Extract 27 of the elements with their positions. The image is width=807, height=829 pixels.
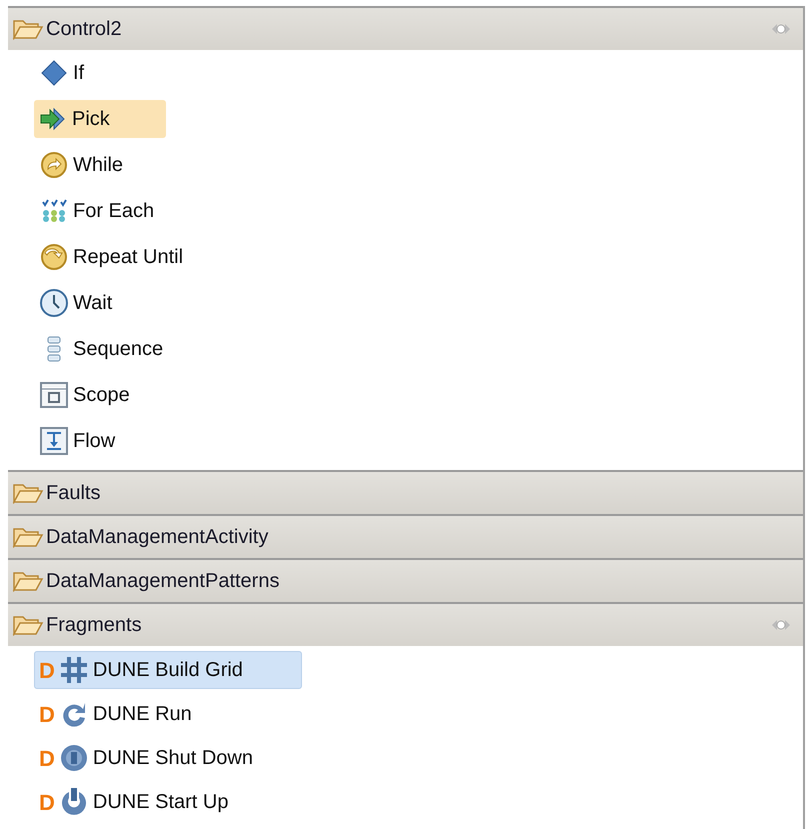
prefix-letter: D: [39, 788, 55, 816]
palette-item[interactable]: Wait: [34, 284, 118, 322]
palette-item[interactable]: Flow: [34, 422, 120, 460]
prefix-letter: D: [39, 700, 55, 728]
palette-item[interactable]: Repeat Until: [34, 238, 188, 276]
drawer-header[interactable]: DataManagementActivity: [8, 514, 803, 558]
palette-item[interactable]: Sequence: [34, 330, 168, 368]
drawer-title: Control2: [46, 17, 123, 42]
drawer-header[interactable]: Fragments: [8, 602, 803, 646]
palette-item[interactable]: Pick: [34, 100, 166, 138]
prefix-letter: D: [39, 656, 55, 684]
palette-item[interactable]: If: [34, 54, 90, 92]
palette-item[interactable]: D DUNE Build Grid: [34, 651, 302, 689]
palette-item[interactable]: Scope: [34, 376, 135, 414]
drawer-title: Faults: [46, 481, 102, 506]
drawer-header[interactable]: Faults: [8, 470, 803, 514]
palette-item[interactable]: D DUNE Shut Down: [34, 739, 258, 777]
drawer-title: DataManagementPatterns: [46, 569, 280, 594]
drawer-header[interactable]: DataManagementPatterns: [8, 558, 803, 602]
drawer-title: DataManagementActivity: [46, 525, 270, 550]
drawer-header[interactable]: Control2: [8, 6, 803, 50]
palette-item[interactable]: D DUNE Start Up: [34, 783, 234, 821]
palette-item[interactable]: While: [34, 146, 128, 184]
palette-item[interactable]: For Each: [34, 192, 160, 230]
prefix-letter: D: [39, 744, 55, 772]
palette-item[interactable]: D DUNE Run: [34, 695, 197, 733]
drawer-title: Fragments: [46, 613, 143, 638]
